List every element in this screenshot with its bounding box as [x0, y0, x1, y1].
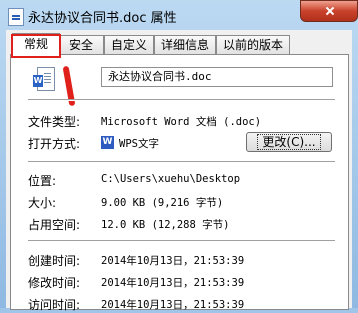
- tab-custom[interactable]: 自定义: [104, 35, 154, 54]
- tab-strip: 常规 安全 自定义 详细信息 以前的版本: [6, 33, 352, 58]
- dialog-body: 常规 安全 自定义 详细信息 以前的版本 W 永达协议合同书.doc 文件类型:…: [6, 30, 352, 312]
- word-doc-icon: W: [33, 67, 55, 91]
- change-button-label: 更改(C)...: [257, 134, 321, 150]
- location-label: 位置:: [28, 174, 57, 188]
- created-value: 2014年10月13日，21:53:39: [101, 255, 245, 267]
- modified-value: 2014年10月13日，21:53:39: [101, 277, 245, 289]
- tab-security[interactable]: 安全: [58, 35, 104, 54]
- filename-input[interactable]: 永达协议合同书.doc: [101, 67, 333, 87]
- file-type-value: Microsoft Word 文档 (.doc): [101, 116, 262, 128]
- opens-with-label: 打开方式:: [28, 137, 81, 151]
- size-label: 大小:: [28, 196, 57, 210]
- title-bar[interactable]: 永达协议合同书.doc 属性: [0, 0, 358, 30]
- disk-size-label: 占用空间:: [28, 218, 81, 232]
- disk-size-value: 12.0 KB (12,288 字节): [101, 219, 230, 231]
- accessed-label: 访问时间:: [28, 298, 81, 312]
- window-title: 永达协议合同书.doc 属性: [28, 11, 177, 26]
- created-label: 创建时间:: [28, 254, 81, 268]
- separator: [28, 161, 335, 163]
- tab-details[interactable]: 详细信息: [154, 35, 216, 54]
- accessed-value: 2014年10月13日，21:53:39: [101, 299, 245, 311]
- location-value: C:\Users\xuehu\Desktop: [101, 173, 241, 185]
- size-value: 9.00 KB (9,216 字节): [101, 197, 224, 209]
- separator: [28, 240, 335, 242]
- close-button[interactable]: [300, 0, 358, 22]
- file-type-label: 文件类型:: [28, 115, 81, 129]
- wps-icon: W: [101, 136, 114, 149]
- properties-window: 永达协议合同书.doc 属性 常规 安全 自定义 详细信息 以前的版本 W 永达…: [0, 0, 358, 312]
- tab-previous-versions[interactable]: 以前的版本: [216, 35, 290, 54]
- modified-label: 修改时间:: [28, 276, 81, 290]
- opens-with-app: WPS文字: [119, 138, 159, 150]
- change-button[interactable]: 更改(C)...: [246, 132, 332, 152]
- general-panel: W 永达协议合同书.doc 文件类型: Microsoft Word 文档 (.…: [10, 54, 349, 312]
- document-icon: [8, 8, 24, 26]
- tab-highlight-annotation: [11, 34, 61, 58]
- separator: [28, 99, 335, 101]
